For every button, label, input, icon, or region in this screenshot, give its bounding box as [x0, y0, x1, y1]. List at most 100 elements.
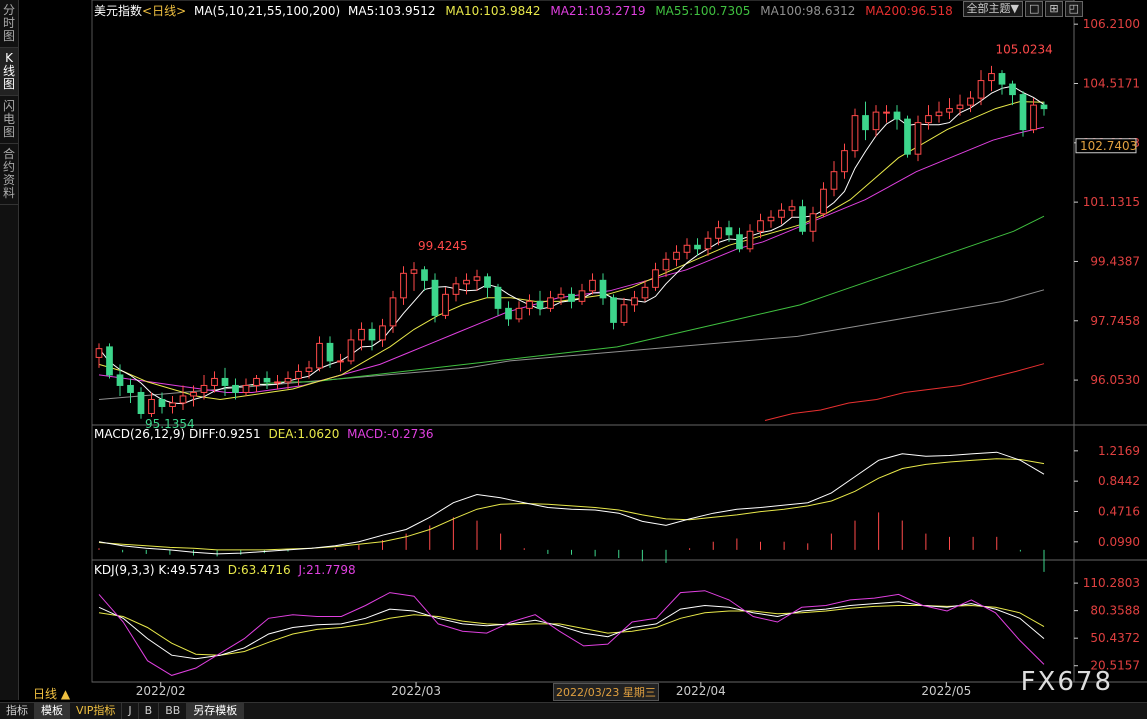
candle-body: [221, 377, 229, 386]
y-tick-label: 50.4372: [1090, 631, 1140, 645]
candle-body: [190, 391, 197, 397]
candle-body: [242, 384, 250, 393]
candle-body: [515, 307, 523, 320]
kdj-j: J:21.7798: [298, 563, 356, 577]
kdj-d-line: [98, 604, 1045, 656]
candle-body: [274, 381, 281, 384]
tab-bb[interactable]: BB: [159, 703, 188, 719]
ma200-value: MA200:96.518: [865, 4, 953, 18]
tab-b[interactable]: B: [139, 703, 160, 719]
candle-body: [914, 122, 922, 155]
candle-body: [631, 297, 638, 306]
candle-body: [725, 227, 733, 236]
candle-body: [935, 111, 943, 117]
candle-body: [179, 395, 187, 404]
theme-dropdown[interactable]: 全部主题▼: [962, 1, 1023, 17]
ma55-value: MA55:100.7305: [655, 4, 751, 18]
candle-body: [263, 377, 271, 383]
candle-body: [379, 325, 386, 341]
candle-body: [526, 300, 533, 309]
minimize-icon[interactable]: □: [1024, 1, 1044, 17]
candle-body: [620, 304, 628, 323]
chart-canvas[interactable]: 106.2100104.5171102.8243101.131599.43879…: [0, 0, 1147, 700]
y-tick-label: 0.4716: [1098, 504, 1140, 518]
watermark: FX678: [1020, 667, 1113, 697]
period-tag: <日线>: [142, 4, 187, 18]
candle-body: [494, 286, 502, 309]
bottom-toolbar: 指标 模板 VIP指标 J B BB 另存模板: [0, 702, 1147, 719]
ma100-value: MA100:98.6312: [760, 4, 856, 18]
restore-icon[interactable]: ◰: [1064, 1, 1083, 17]
candle-body: [505, 307, 512, 320]
price-annotation: 105.0234: [996, 43, 1053, 57]
ma5-value: MA5:103.9512: [348, 4, 436, 18]
candle-body: [998, 73, 1006, 85]
candle-body: [536, 300, 544, 309]
ma21-line: [98, 126, 1045, 393]
plot-frame: [91, 0, 1075, 683]
tab-indicators[interactable]: 指标: [0, 703, 35, 719]
candle-body: [1019, 94, 1027, 131]
candle-body: [767, 216, 775, 222]
y-tick-label: 96.0530: [1090, 373, 1140, 387]
candle-body: [337, 360, 344, 363]
instrument-name: 美元指数: [94, 4, 143, 18]
kdj-j-line: [98, 590, 1045, 676]
kdj-d: D:63.4716: [227, 563, 291, 577]
candle-body: [967, 97, 974, 106]
period-selector[interactable]: 日线 ▲: [33, 685, 70, 702]
candle-body: [116, 374, 124, 386]
candle-body: [820, 188, 827, 215]
y-tick-label: 99.4387: [1090, 254, 1140, 268]
candle-body: [904, 118, 911, 155]
candle-body: [452, 283, 460, 295]
candle-body: [473, 276, 481, 281]
ma21-value: MA21:103.2719: [550, 4, 646, 18]
candle-body: [599, 279, 607, 299]
tab-vip-indicators[interactable]: VIP指标: [70, 703, 123, 719]
x-tick-label: 2022/03: [391, 684, 441, 698]
macd-macd: MACD:-0.2736: [347, 427, 434, 441]
grid-icon[interactable]: ⊞: [1045, 1, 1063, 17]
candle-body: [358, 328, 365, 341]
candle-body: [662, 258, 670, 271]
candle-body: [841, 150, 848, 173]
candle-body: [421, 269, 428, 281]
ma10-line: [98, 101, 1045, 401]
candle-body: [956, 104, 964, 110]
macd-dea: DEA:1.0620: [268, 427, 340, 441]
macd-name: MACD(26,12,9): [94, 427, 186, 441]
x-tick-label: 2022/04: [676, 684, 726, 698]
current-price-label: 102.7403: [1080, 139, 1137, 153]
kdj-k-line: [98, 601, 1045, 660]
cursor-date: 2022/03/23 星期三: [553, 683, 659, 701]
main-legend: 美元指数<日线> MA(5,10,21,55,100,200) MA5:103.…: [94, 2, 953, 19]
candle-body: [368, 328, 376, 341]
candle-body: [578, 290, 586, 302]
ma200-line: [764, 363, 1045, 421]
candle-body: [400, 272, 407, 299]
ma-params: MA(5,10,21,55,100,200): [193, 4, 341, 18]
candle-body: [872, 111, 880, 131]
candle-body: [442, 293, 449, 316]
candle-body: [988, 73, 995, 82]
save-template-button[interactable]: 另存模板: [187, 703, 245, 719]
candle-body: [925, 115, 932, 124]
candle-body: [977, 80, 985, 99]
candle-body: [883, 111, 890, 114]
candle-body: [809, 213, 817, 232]
tab-j[interactable]: J: [122, 703, 139, 719]
kdj-name: KDJ(9,3,3): [94, 563, 155, 577]
candle-body: [253, 377, 260, 386]
candle-body: [484, 276, 491, 288]
candle-body: [137, 391, 145, 414]
candle-body: [463, 279, 470, 285]
candle-body: [652, 269, 659, 288]
candle-body: [946, 108, 953, 113]
candle-body: [778, 209, 785, 218]
candle-body: [127, 384, 134, 393]
toolbar: 全部主题▼ □ ⊞ ◰: [962, 1, 1083, 17]
tab-template[interactable]: 模板: [35, 703, 70, 719]
candle-body: [200, 384, 208, 393]
price-annotation: 99.4245: [418, 239, 468, 253]
